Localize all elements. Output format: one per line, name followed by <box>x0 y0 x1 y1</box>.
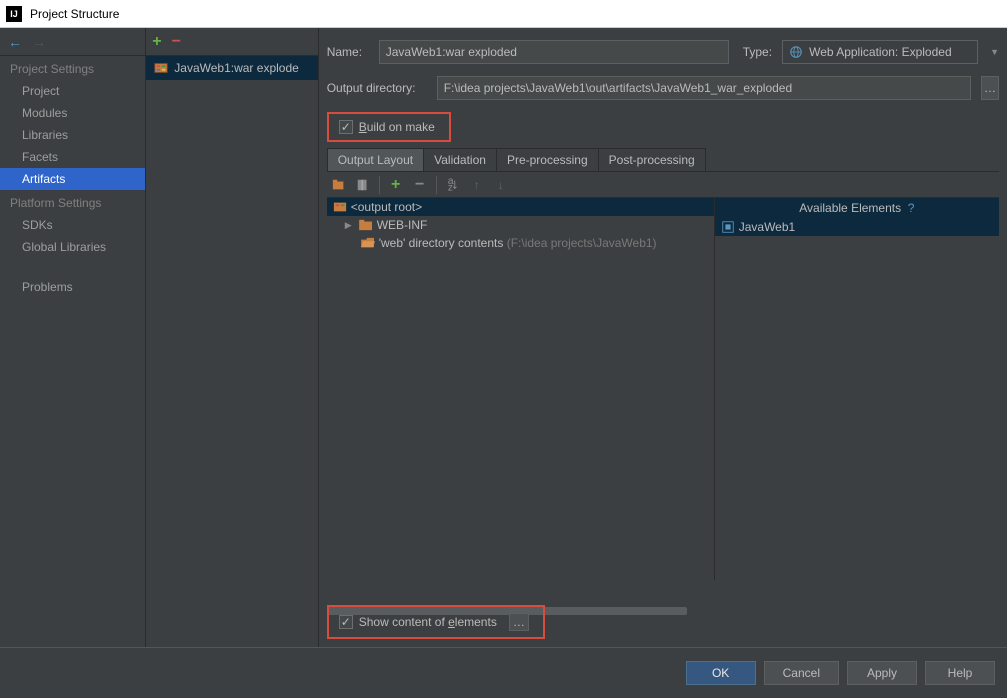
output-layout-tree[interactable]: <output root> ▶ WEB-INF 'web' directory … <box>327 198 715 580</box>
tabs: Output Layout Validation Pre-processing … <box>327 148 999 172</box>
available-elements-label: Available Elements <box>799 201 901 215</box>
name-label: Name: <box>327 45 369 59</box>
sidebar-toolbar: ← → <box>0 28 145 56</box>
tree-webdir-contents[interactable]: 'web' directory contents (F:\idea projec… <box>327 234 714 252</box>
artifact-icon <box>154 61 168 75</box>
add-layout-icon[interactable]: + <box>388 177 404 193</box>
available-help-icon[interactable]: ? <box>908 201 915 215</box>
show-content-checkbox[interactable]: ✓ <box>339 615 353 629</box>
app-icon: IJ <box>6 6 22 22</box>
tab-output-layout[interactable]: Output Layout <box>327 148 424 171</box>
window-title: Project Structure <box>30 7 119 21</box>
ok-button[interactable]: OK <box>686 661 756 685</box>
build-on-make-checkbox[interactable]: ✓ <box>339 120 353 134</box>
type-value: Web Application: Exploded <box>809 45 952 59</box>
artifact-list-item[interactable]: JavaWeb1:war explode <box>146 56 317 80</box>
expand-icon[interactable]: ▶ <box>345 220 355 231</box>
sidebar-item-project[interactable]: Project <box>0 80 145 102</box>
folder-icon <box>359 219 373 231</box>
section-project-settings: Project Settings <box>0 56 145 80</box>
artifact-detail-panel: Name: Type: Web Application: Exploded ▼ … <box>319 28 1007 647</box>
folder-open-icon <box>361 237 375 249</box>
type-dropdown-arrow-icon[interactable]: ▼ <box>990 47 999 57</box>
output-dir-input[interactable] <box>437 76 971 100</box>
sidebar: ← → Project Settings Project Modules Lib… <box>0 28 146 647</box>
svg-text:z: z <box>447 181 452 192</box>
output-dir-label: Output directory: <box>327 81 427 95</box>
tab-post-processing[interactable]: Post-processing <box>598 148 706 171</box>
tab-validation[interactable]: Validation <box>423 148 497 171</box>
titlebar: IJ Project Structure <box>0 0 1007 28</box>
remove-artifact-icon[interactable]: − <box>172 33 181 51</box>
show-content-more-button[interactable]: … <box>509 613 529 631</box>
add-artifact-icon[interactable]: + <box>152 33 161 51</box>
sort-icon[interactable]: az <box>445 177 461 193</box>
browse-output-dir-button[interactable]: … <box>981 76 999 100</box>
sidebar-item-libraries[interactable]: Libraries <box>0 124 145 146</box>
layout-toolbar: + − az ↑ ↓ <box>327 172 999 198</box>
type-dropdown[interactable]: Web Application: Exploded <box>782 40 978 64</box>
artifact-label: JavaWeb1:war explode <box>174 61 299 75</box>
artifacts-list-panel: + − JavaWeb1:war explode <box>146 28 318 647</box>
sidebar-item-modules[interactable]: Modules <box>0 102 145 124</box>
help-button[interactable]: Help <box>925 661 995 685</box>
name-input[interactable] <box>379 40 729 64</box>
sidebar-item-artifacts[interactable]: Artifacts <box>0 168 145 190</box>
back-arrow-icon[interactable]: ← <box>8 34 22 50</box>
sidebar-item-problems[interactable]: Problems <box>0 276 145 298</box>
artifacts-toolbar: + − <box>146 28 317 56</box>
tree-webinf-label: WEB-INF <box>377 218 428 232</box>
highlight-show-content: ✓ Show content of elements … <box>327 605 545 639</box>
cancel-button[interactable]: Cancel <box>764 661 839 685</box>
move-up-icon[interactable]: ↑ <box>469 177 485 193</box>
web-app-icon <box>789 45 803 59</box>
new-archive-icon[interactable] <box>355 177 371 193</box>
sidebar-item-global-libraries[interactable]: Global Libraries <box>0 236 145 258</box>
tab-pre-processing[interactable]: Pre-processing <box>496 148 599 171</box>
tree-webdir-label: 'web' directory contents (F:\idea projec… <box>379 236 657 250</box>
tree-webinf[interactable]: ▶ WEB-INF <box>327 216 714 234</box>
forward-arrow-icon[interactable]: → <box>32 34 46 50</box>
new-folder-icon[interactable] <box>331 177 347 193</box>
module-icon <box>721 220 735 234</box>
show-content-label: Show content of elements <box>359 615 497 629</box>
apply-button[interactable]: Apply <box>847 661 917 685</box>
dialog-footer: OK Cancel Apply Help <box>0 647 1007 697</box>
type-label: Type: <box>743 45 772 59</box>
sidebar-item-facets[interactable]: Facets <box>0 146 145 168</box>
available-module[interactable]: JavaWeb1 <box>715 218 999 236</box>
available-elements-panel: Available Elements ? JavaWeb1 <box>715 198 999 580</box>
tree-root-label: <output root> <box>351 200 422 214</box>
section-platform-settings: Platform Settings <box>0 190 145 214</box>
artifact-root-icon <box>333 200 347 214</box>
highlight-build-on-make: ✓ Build on make <box>327 112 451 142</box>
remove-layout-icon[interactable]: − <box>412 177 428 193</box>
tree-output-root[interactable]: <output root> <box>327 198 714 216</box>
move-down-icon[interactable]: ↓ <box>493 177 509 193</box>
build-on-make-label: Build on make <box>359 120 435 134</box>
available-module-label: JavaWeb1 <box>739 220 795 234</box>
sidebar-item-sdks[interactable]: SDKs <box>0 214 145 236</box>
